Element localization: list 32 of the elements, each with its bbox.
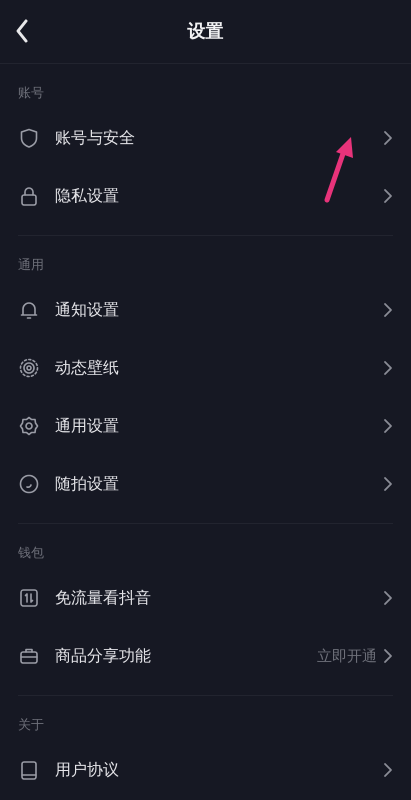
page-title: 设置 [188, 20, 224, 44]
settings-item[interactable]: 免流量看抖音 [0, 569, 411, 627]
chevron-icon [383, 418, 393, 434]
settings-icon [18, 415, 40, 437]
section-label: 通用 [18, 258, 44, 273]
chevron-icon [383, 302, 393, 318]
settings-item[interactable]: 通知设置 [0, 281, 411, 339]
lock-icon [18, 185, 40, 207]
back-button[interactable] [14, 18, 30, 44]
circle-icon [18, 473, 40, 495]
settings-item[interactable]: 动态壁纸 [0, 339, 411, 397]
chevron-icon [383, 648, 393, 664]
settings-item[interactable]: 账号与安全 [0, 109, 411, 167]
chevron-icon [383, 590, 393, 606]
section-label: 账号 [18, 86, 44, 101]
settings-item[interactable]: 商品分享功能 立即开通 [0, 627, 411, 685]
shield-icon [18, 127, 40, 149]
chevron-icon [383, 476, 393, 492]
chevron-icon [383, 130, 393, 146]
book-icon [18, 759, 40, 781]
settings-item[interactable]: 隐私设置 [0, 167, 411, 225]
settings-item[interactable]: 通用设置 [0, 397, 411, 455]
chevron-icon [383, 762, 393, 778]
chevron-icon [383, 188, 393, 204]
bell-icon [18, 299, 40, 321]
section-label: 关于 [18, 718, 44, 733]
settings-item[interactable]: 随拍设置 [0, 455, 411, 513]
section-label: 钱包 [18, 546, 44, 561]
dotted-ring-icon [18, 357, 40, 379]
settings-item[interactable]: 用户协议 [0, 741, 411, 799]
data-icon [18, 587, 40, 609]
chevron-icon [383, 360, 393, 376]
